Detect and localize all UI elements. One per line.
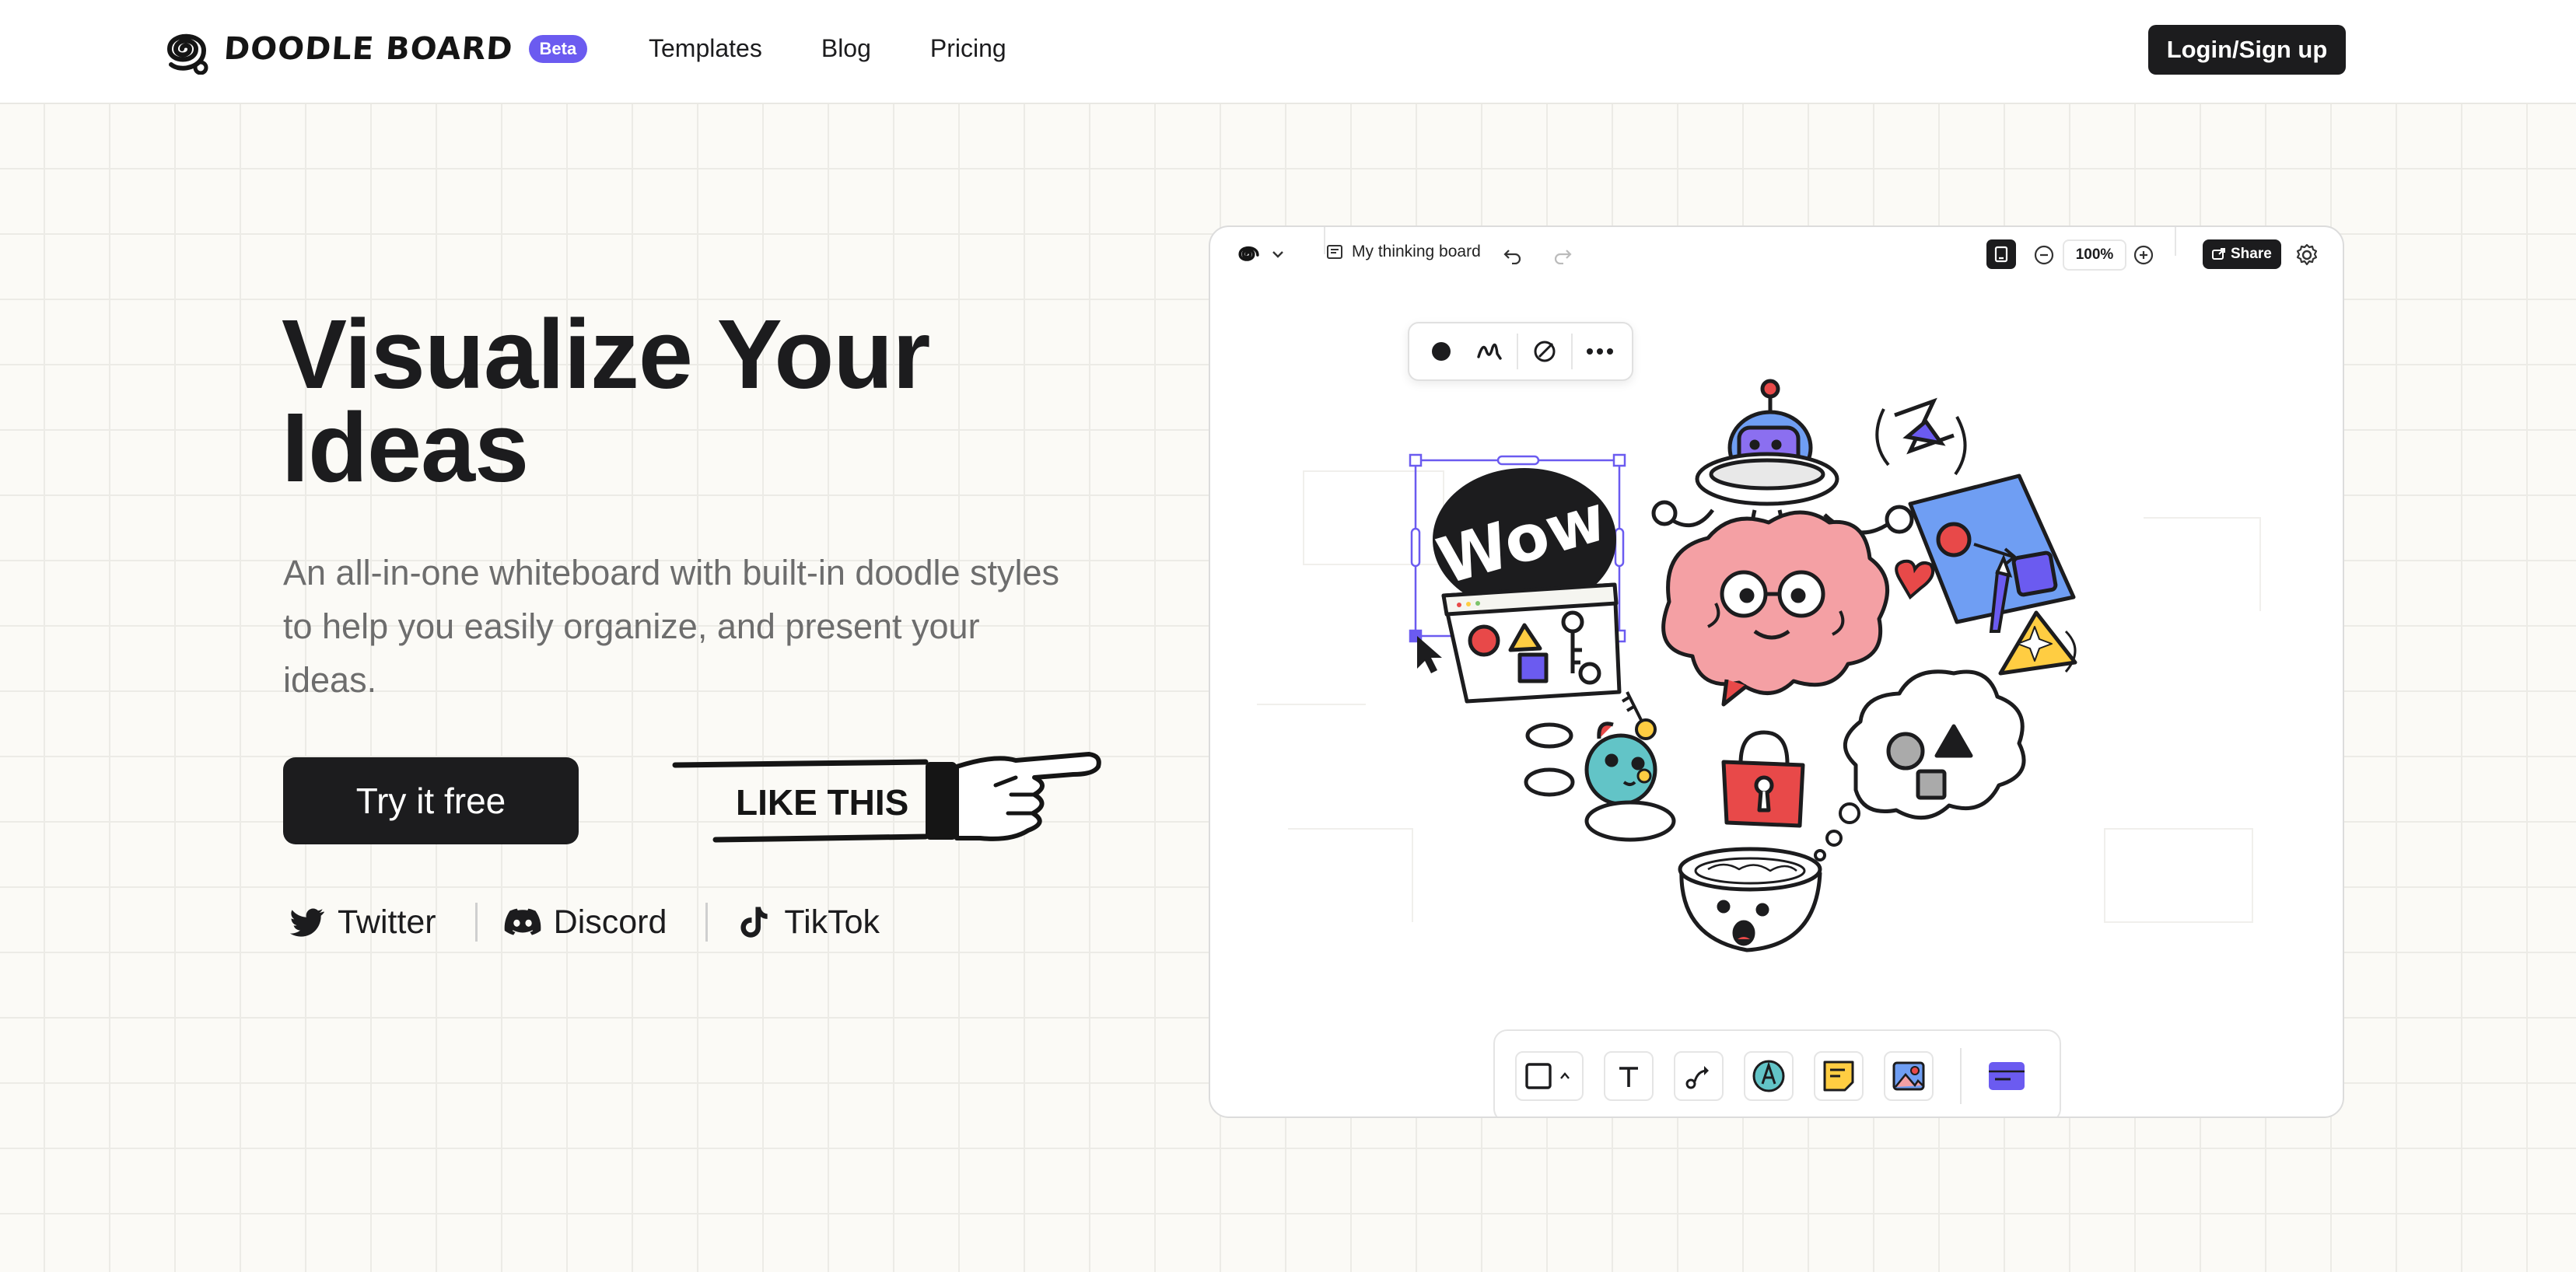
nav-pricing[interactable]: Pricing <box>930 34 1006 63</box>
share-icon <box>2212 248 2225 260</box>
planet-character-doodle[interactable] <box>1524 722 1676 842</box>
style-toolbar <box>1408 322 1633 381</box>
hero-title: Visualize Your Ideas <box>282 306 982 497</box>
social-divider <box>474 903 478 942</box>
sticky-note-icon <box>1823 1061 1854 1092</box>
app-preview-window: My thinking board 100% Share Wow <box>1209 225 2344 1118</box>
fill-toggle-button[interactable] <box>1523 330 1566 373</box>
zoom-in-icon[interactable] <box>2133 244 2154 266</box>
image-tool-button[interactable] <box>1884 1051 1934 1101</box>
nav-blog[interactable]: Blog <box>821 34 871 63</box>
stroke-style-button[interactable] <box>1468 330 1511 373</box>
share-button[interactable]: Share <box>2203 239 2281 269</box>
zoom-out-icon[interactable] <box>2033 244 2055 266</box>
cursor-icon <box>1417 636 1442 673</box>
doodle-canvas[interactable]: Wow <box>1210 285 2344 1118</box>
connector-tool-button[interactable] <box>1674 1051 1724 1101</box>
app-menu[interactable] <box>1230 241 1285 267</box>
text-tool-button[interactable] <box>1604 1051 1654 1101</box>
hourglass-doodle[interactable] <box>1875 397 1967 476</box>
hero-title-line-2: Ideas <box>282 393 529 502</box>
toolbar-divider <box>1516 334 1518 369</box>
browser-window-doodle[interactable] <box>1441 582 1622 704</box>
chevron-up-icon <box>1560 1072 1570 1079</box>
text-icon <box>1619 1067 1638 1087</box>
fill-dot-icon <box>1432 342 1451 361</box>
tiktok-link[interactable]: TikTok <box>733 902 880 942</box>
tiktok-icon <box>740 907 768 938</box>
social-links: Twitter Discord TikTok <box>286 902 880 942</box>
blue-diagram-card[interactable] <box>1908 474 2076 624</box>
toolbar-divider <box>1571 334 1573 369</box>
spiral-logo-icon <box>166 33 208 75</box>
more-icon <box>1586 348 1613 355</box>
beta-badge: Beta <box>528 35 588 63</box>
chevron-down-icon <box>1272 251 1283 258</box>
library-icon <box>1989 1062 2025 1090</box>
board-name: My thinking board <box>1352 243 1481 260</box>
brand-logo[interactable]: DOODLE BOARD Beta <box>152 23 588 75</box>
toolbar-divider <box>1960 1048 1962 1104</box>
try-it-free-button[interactable]: Try it free <box>283 757 579 844</box>
main-nav: Templates Blog Pricing <box>649 34 1006 63</box>
no-fill-icon <box>1534 341 1556 362</box>
discord-label: Discord <box>553 903 667 941</box>
key-doodle[interactable] <box>1621 691 1657 740</box>
like-this-label: LIKE THIS <box>736 782 909 823</box>
scribble-icon <box>1477 343 1503 360</box>
brain-doodle[interactable] <box>1661 510 1890 707</box>
twitter-link[interactable]: Twitter <box>286 902 436 942</box>
rectangle-icon <box>1525 1063 1552 1089</box>
discord-link[interactable]: Discord <box>502 902 667 942</box>
noodle-cup-doodle[interactable] <box>1678 847 1822 952</box>
undo-icon[interactable] <box>1503 246 1523 264</box>
hero-subtitle: An all-in-one whiteboard with built-in d… <box>283 553 1060 700</box>
image-icon <box>1892 1061 1925 1091</box>
twitter-label: Twitter <box>338 903 436 941</box>
bottom-tool-dock <box>1493 1029 2061 1116</box>
redo-icon[interactable] <box>1552 246 1573 264</box>
nav-templates[interactable]: Templates <box>649 34 762 63</box>
pen-icon <box>1752 1060 1785 1092</box>
board-icon <box>1327 245 1342 259</box>
padlock-doodle[interactable] <box>1721 730 1805 828</box>
more-options-button[interactable] <box>1578 330 1622 373</box>
sticky-note-tool-button[interactable] <box>1814 1051 1864 1101</box>
app-toolbar: My thinking board 100% Share <box>1210 227 2343 283</box>
spiral-logo-icon <box>1238 246 1259 261</box>
heart-icon <box>1895 559 1934 600</box>
library-tool-button[interactable] <box>1982 1051 2032 1101</box>
board-title[interactable]: My thinking board <box>1325 243 1481 261</box>
sparkle-triangle-doodle[interactable] <box>1998 610 2077 676</box>
tiktok-label: TikTok <box>784 903 880 941</box>
thought-cloud-doodle[interactable] <box>1814 669 2026 861</box>
login-signup-button[interactable]: Login/Sign up <box>2148 25 2346 75</box>
fill-style-button[interactable] <box>1419 330 1463 373</box>
page-icon <box>1994 246 2008 263</box>
zoom-level[interactable]: 100% <box>2063 239 2126 271</box>
share-label: Share <box>2231 246 2272 262</box>
gear-icon[interactable] <box>2294 243 2319 267</box>
site-header: DOODLE BOARD Beta Templates Blog Pricing… <box>0 0 2576 104</box>
shape-tool-button[interactable] <box>1515 1051 1584 1101</box>
brand-name: DOODLE BOARD <box>222 31 515 67</box>
pen-tool-button[interactable] <box>1744 1051 1794 1101</box>
toolbar-divider <box>2175 227 2176 256</box>
page-view-button[interactable] <box>1986 239 2016 269</box>
social-divider <box>705 903 709 942</box>
twitter-icon <box>289 908 325 937</box>
connector-icon <box>1685 1066 1709 1089</box>
discord-icon <box>504 908 541 935</box>
